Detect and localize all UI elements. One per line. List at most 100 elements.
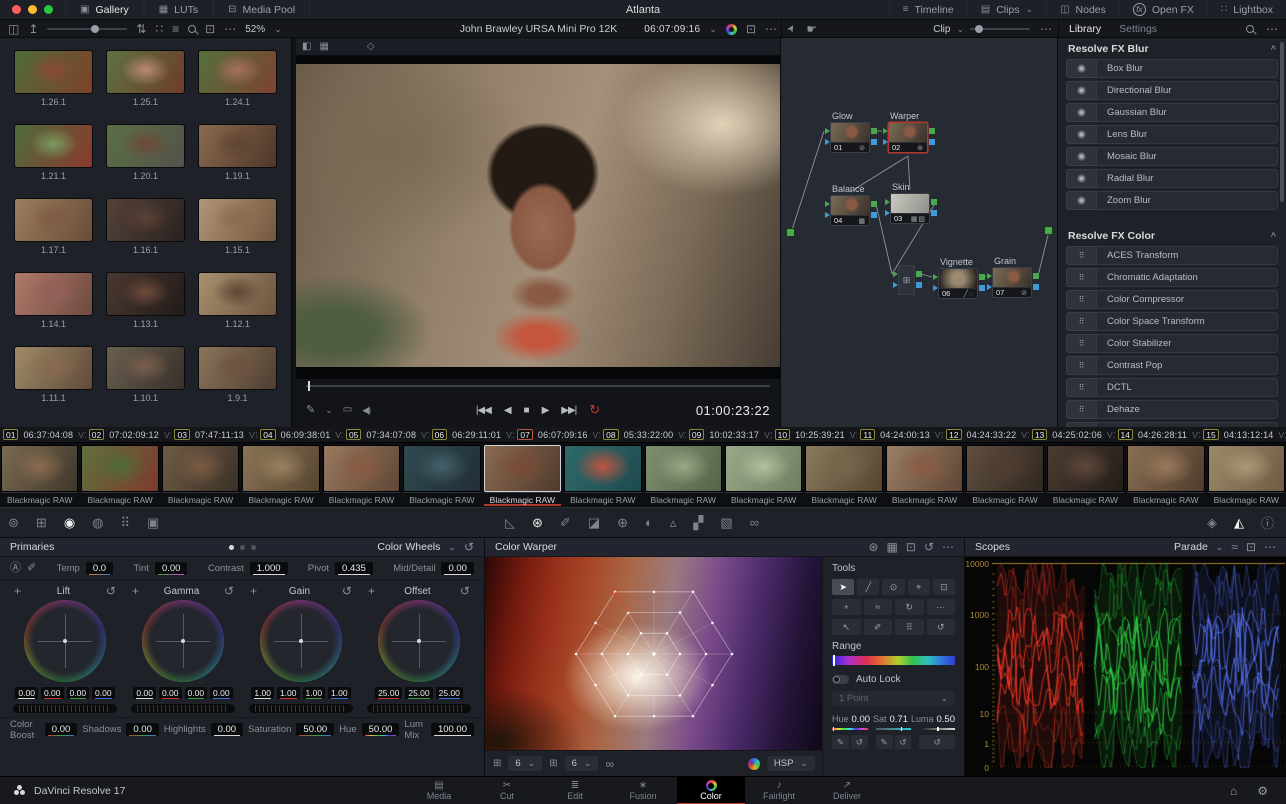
range-spectrum-bar[interactable] bbox=[832, 656, 955, 665]
filmstrip-clip[interactable]: Blackmagic RAW bbox=[242, 445, 319, 507]
chevron-down-icon[interactable]: ⌄ bbox=[1216, 542, 1224, 553]
key-icon[interactable]: ▞ bbox=[693, 515, 703, 531]
node-output-terminal[interactable] bbox=[1044, 226, 1053, 235]
list-view-icon[interactable]: ≡ bbox=[172, 23, 179, 35]
timeline-clip-marker[interactable]: 0507:34:07:08V1 bbox=[343, 427, 429, 442]
gallery-still[interactable]: 1.26.1 bbox=[14, 50, 93, 107]
sizing-icon[interactable]: ▧ bbox=[720, 515, 732, 531]
reset-icon[interactable]: ↺ bbox=[919, 735, 955, 749]
fx-item[interactable]: ⠿DCTL bbox=[1066, 378, 1278, 397]
sat-divisions-select[interactable]: 6⌄ bbox=[565, 756, 599, 771]
source-timecode[interactable]: 06:07:09:16 bbox=[644, 24, 700, 35]
param-value-field[interactable]: 100.00 bbox=[431, 723, 474, 736]
source-input-terminal[interactable] bbox=[786, 228, 795, 237]
reset-icon[interactable]: ↺ bbox=[924, 541, 934, 553]
grade-node-mixer[interactable]: ⊞ bbox=[898, 265, 915, 295]
filmstrip-clip[interactable]: Blackmagic RAW bbox=[966, 445, 1043, 507]
chevron-down-icon[interactable]: ⌄ bbox=[709, 24, 717, 35]
fx-item[interactable]: ⠿Dehaze bbox=[1066, 400, 1278, 419]
rgb-mixer-icon[interactable]: ⠿ bbox=[121, 515, 131, 531]
chevron-down-icon[interactable]: ⌄ bbox=[956, 24, 964, 35]
reset-icon[interactable]: ↺ bbox=[224, 585, 234, 597]
bypass-grades-icon[interactable] bbox=[726, 24, 737, 35]
wheel-value-field[interactable]: 0.00 bbox=[92, 687, 115, 699]
color-warper-icon[interactable]: ⊛ bbox=[532, 515, 543, 531]
hdr-grade-icon[interactable]: ◍ bbox=[92, 515, 103, 531]
auto-balance-icon[interactable]: Ⓐ bbox=[10, 563, 21, 574]
wheel-value-field[interactable]: 0.00 bbox=[133, 687, 156, 699]
auto-lock-toggle[interactable] bbox=[832, 675, 849, 684]
sat-grid-icon[interactable]: ⊞ bbox=[549, 759, 557, 769]
grab-still-icon[interactable]: ↥ bbox=[28, 23, 38, 35]
highlight-icon[interactable]: ◇ bbox=[367, 42, 375, 52]
param-value-field[interactable]: 0.00 bbox=[155, 562, 188, 575]
warper-mesh[interactable] bbox=[485, 557, 823, 750]
fx-item[interactable]: Zoom Blur bbox=[1066, 191, 1278, 210]
timeline-clip-marker[interactable]: 1404:26:28:11V1 bbox=[1115, 427, 1201, 442]
wheel-value-field[interactable]: 25.00 bbox=[375, 687, 402, 699]
grid-view-icon[interactable]: ∷ bbox=[155, 23, 163, 35]
color-warper-canvas[interactable] bbox=[485, 557, 823, 750]
viewer-zoom-level[interactable]: 52% bbox=[245, 24, 265, 35]
stereo-3d-icon[interactable]: ∞ bbox=[750, 515, 759, 530]
fx-item[interactable]: Lens Blur bbox=[1066, 125, 1278, 144]
pointer-tool[interactable]: ➤ bbox=[832, 579, 854, 595]
viewer-stage[interactable] bbox=[296, 56, 780, 379]
timeline-clip-marker[interactable]: 0307:47:11:13V1 bbox=[171, 427, 257, 442]
color-wheel-control[interactable] bbox=[260, 600, 342, 682]
grade-node-glow[interactable]: Glow01⊘ bbox=[830, 122, 870, 153]
expand-viewer-icon[interactable]: ⊡ bbox=[746, 23, 756, 35]
page-tab-fairlight[interactable]: ♪Fairlight bbox=[745, 777, 813, 804]
gallery-still[interactable]: 1.19.1 bbox=[198, 124, 277, 181]
expand-icon[interactable]: ⊡ bbox=[1246, 541, 1256, 553]
fx-item[interactable]: ⠿Color Stabilizer bbox=[1066, 334, 1278, 353]
collapse-icon[interactable]: ^ bbox=[1271, 44, 1276, 54]
reset-icon[interactable]: ↺ bbox=[460, 585, 470, 597]
param-value-field[interactable]: 0.435 bbox=[335, 562, 373, 575]
node-rgb-input[interactable] bbox=[987, 273, 992, 279]
fx-item[interactable]: ⠿ACES Transform bbox=[1066, 246, 1278, 265]
reset-icon[interactable]: ↺ bbox=[895, 735, 912, 749]
node-rgb-input[interactable] bbox=[933, 274, 938, 280]
color-wheels-icon[interactable]: ◉ bbox=[64, 515, 75, 531]
search-icon[interactable] bbox=[1246, 25, 1254, 33]
param-value-field[interactable]: 50.00 bbox=[362, 723, 400, 736]
gallery-still[interactable]: 1.14.1 bbox=[14, 272, 93, 329]
fx-item[interactable]: Radial Blur bbox=[1066, 169, 1278, 188]
fx-item[interactable]: ⠿Color Compressor bbox=[1066, 290, 1278, 309]
converge-tool[interactable]: ⌖ bbox=[908, 579, 930, 595]
primaries-mode-selector[interactable]: Color Wheels bbox=[377, 541, 440, 553]
more-options-icon[interactable]: ⋯ bbox=[765, 23, 777, 35]
node-rgb-output[interactable] bbox=[916, 271, 922, 277]
gallery-still[interactable]: 1.20.1 bbox=[106, 124, 185, 181]
node-mode-selector[interactable]: Clip bbox=[933, 24, 950, 35]
fit-icon[interactable]: ⊡ bbox=[205, 23, 215, 35]
grade-node-vignette[interactable]: Vignette06╱◌ bbox=[938, 268, 978, 299]
master-wheel[interactable] bbox=[131, 704, 235, 713]
node-zoom-slider[interactable] bbox=[970, 28, 1030, 30]
page-tab-color[interactable]: Color bbox=[677, 777, 745, 804]
expand-icon[interactable]: ⊡ bbox=[906, 541, 916, 553]
filmstrip-clip[interactable]: Blackmagic RAW bbox=[645, 445, 722, 507]
filmstrip-clip[interactable]: Blackmagic RAW bbox=[1208, 445, 1285, 507]
tab-gallery[interactable]: ▣ Gallery bbox=[65, 0, 144, 19]
filmstrip-clip[interactable]: Blackmagic RAW bbox=[564, 445, 641, 507]
node-key-input[interactable] bbox=[987, 284, 992, 290]
go-to-start-button[interactable]: |◀◀ bbox=[476, 405, 491, 416]
color-wheel-control[interactable] bbox=[24, 600, 106, 682]
magic-mask-icon[interactable]: ◐ bbox=[645, 515, 653, 530]
tab-clips[interactable]: ▤ Clips ⌄ bbox=[967, 0, 1046, 19]
color-space-select[interactable]: HSP⌄ bbox=[767, 756, 815, 771]
close-window-icon[interactable] bbox=[12, 5, 21, 14]
pen-icon[interactable]: ✎ bbox=[876, 735, 893, 749]
param-value-field[interactable]: 0.00 bbox=[441, 562, 474, 575]
node-key-input[interactable] bbox=[893, 282, 898, 288]
tab-lightbox[interactable]: ∷ Lightbox bbox=[1207, 0, 1286, 19]
chevron-down-icon[interactable]: ⌄ bbox=[274, 24, 282, 35]
wheel-value-field[interactable]: 0.00 bbox=[67, 687, 90, 699]
master-wheel[interactable] bbox=[13, 704, 117, 713]
link-icon[interactable]: ∞ bbox=[605, 758, 614, 770]
line-tool[interactable]: ╱ bbox=[857, 579, 879, 595]
tab-fx-settings[interactable]: Settings bbox=[1117, 21, 1159, 37]
page-tab-deliver[interactable]: ↗Deliver bbox=[813, 777, 881, 804]
